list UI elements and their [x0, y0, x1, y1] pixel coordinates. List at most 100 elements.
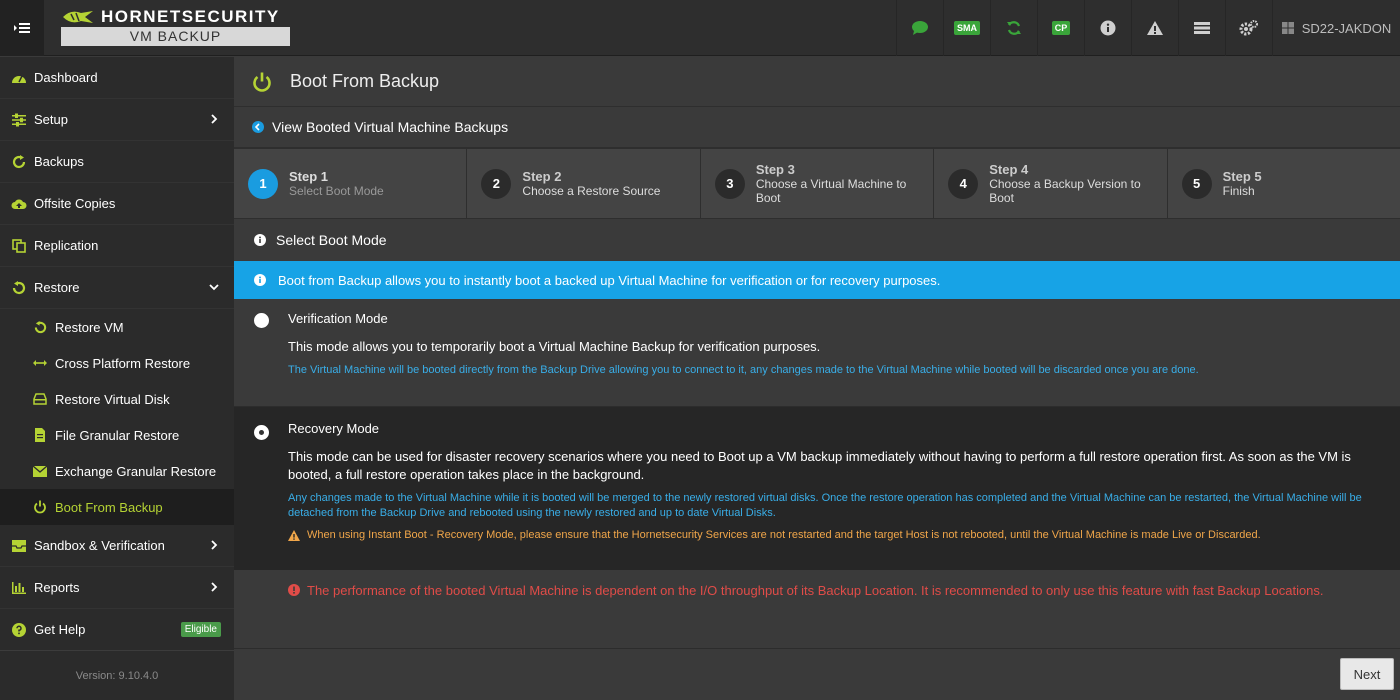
sidebar-subitem-restore-virtual-disk[interactable]: Restore Virtual Disk	[0, 381, 234, 417]
step-1[interactable]: 1 Step 1 Select Boot Mode	[234, 149, 468, 218]
sidebar-item-offsite-copies[interactable]: Offsite Copies	[0, 183, 234, 225]
main-content: Boot From Backup View Booted Virtual Mac…	[234, 57, 1400, 700]
hornet-logo-icon	[63, 10, 93, 23]
sidebar-subitem-label: Cross Platform Restore	[55, 355, 191, 371]
file-icon	[35, 428, 45, 442]
sidebar-item-label: Restore	[34, 280, 80, 295]
performance-warning-text: The performance of the booted Virtual Ma…	[307, 582, 1324, 598]
step-subtitle: Choose a Virtual Machine to Boot	[755, 177, 907, 205]
product-name: VM BACKUP	[61, 27, 290, 46]
cp-button[interactable]: CP	[1037, 0, 1084, 56]
sidebar-item-label: Sandbox & Verification	[34, 538, 165, 553]
info-banner-text: Boot from Backup allows you to instantly…	[278, 272, 941, 288]
host-selector[interactable]: SD22-JAKDON	[1272, 0, 1400, 56]
cp-badge: CP	[1051, 21, 1071, 35]
error-icon	[288, 584, 300, 596]
refresh-button[interactable]	[990, 0, 1037, 56]
recovery-mode-warning-text: When using Instant Boot - Recovery Mode,…	[307, 529, 1261, 541]
verification-mode-label: Verification Mode	[288, 311, 388, 326]
info-banner: Boot from Backup allows you to instantly…	[234, 261, 1400, 299]
servers-button[interactable]	[1178, 0, 1225, 56]
restore-icon	[34, 320, 46, 333]
recovery-mode-note: Any changes made to the Virtual Machine …	[288, 492, 1362, 519]
sidebar-item-label: Get Help	[34, 622, 86, 637]
sidebar-subitem-exchange-granular-restore[interactable]: Exchange Granular Restore	[0, 453, 234, 489]
server-icon	[1194, 22, 1210, 34]
sidebar-item-restore[interactable]: Restore	[0, 267, 234, 309]
logo: HORNETSECURITY VM BACKUP	[61, 6, 290, 46]
sidebar-subitem-cross-platform-restore[interactable]: Cross Platform Restore	[0, 345, 234, 381]
sidebar-item-get-help[interactable]: Get Help Eligible	[0, 609, 234, 651]
dashboard-icon	[12, 75, 26, 83]
step-subtitle: Select Boot Mode	[289, 184, 384, 198]
performance-warning: The performance of the booted Virtual Ma…	[234, 570, 1400, 610]
verification-mode-note: The Virtual Machine will be booted direc…	[288, 364, 1199, 376]
warning-icon	[288, 529, 300, 541]
warning-icon	[1147, 21, 1163, 35]
step-3[interactable]: 3 Step 3 Choose a Virtual Machine to Boo…	[701, 149, 935, 218]
step-subtitle: Choose a Restore Source	[522, 184, 661, 198]
eligible-badge: Eligible	[180, 622, 221, 637]
step-title: Step 1	[289, 169, 329, 184]
verification-mode-option[interactable]: Verification Mode This mode allows you t…	[234, 299, 1400, 407]
sidebar-subitem-label: File Granular Restore	[55, 427, 180, 443]
collapse-menu-icon	[14, 23, 30, 33]
step-title: Step 5	[1222, 169, 1262, 184]
recovery-mode-radio[interactable]	[254, 425, 269, 440]
power-icon	[34, 500, 46, 514]
chevron-right-icon	[211, 540, 218, 550]
alerts-button[interactable]	[1131, 0, 1178, 56]
menu-toggle-button[interactable]	[0, 0, 44, 56]
sliders-icon	[12, 113, 26, 126]
step-title: Step 4	[989, 162, 1029, 177]
sidebar-item-reports[interactable]: Reports	[0, 567, 234, 609]
envelope-icon	[33, 465, 47, 477]
sidebar-subitem-boot-from-backup[interactable]: Boot From Backup	[0, 489, 234, 525]
cloud-upload-icon	[11, 199, 27, 209]
step-number: 4	[948, 168, 979, 199]
sma-button[interactable]: SMA	[943, 0, 990, 56]
info-button[interactable]	[1084, 0, 1131, 56]
step-number: 5	[1181, 168, 1212, 199]
info-icon	[254, 234, 266, 246]
page-header: Boot From Backup	[234, 57, 1400, 107]
next-button[interactable]: Next	[1340, 658, 1394, 690]
chat-button[interactable]	[896, 0, 943, 56]
settings-button[interactable]	[1225, 0, 1272, 56]
step-subtitle: Choose a Backup Version to Boot	[989, 177, 1141, 205]
sidebar-item-setup[interactable]: Setup	[0, 99, 234, 141]
sidebar-item-backups[interactable]: Backups	[0, 141, 234, 183]
step-subtitle: Finish	[1222, 184, 1255, 198]
chevron-right-icon	[211, 582, 218, 592]
windows-icon	[1281, 22, 1294, 34]
verification-mode-radio[interactable]	[254, 313, 269, 328]
footer-bar: Next	[234, 648, 1400, 700]
version-label: Version: 9.10.4.0	[0, 650, 234, 700]
section-title: Select Boot Mode	[234, 219, 1400, 261]
bar-chart-icon	[12, 581, 26, 594]
step-5[interactable]: 5 Step 5 Finish	[1168, 149, 1400, 218]
sidebar-item-dashboard[interactable]: Dashboard	[0, 57, 234, 99]
sidebar-subitem-file-granular-restore[interactable]: File Granular Restore	[0, 417, 234, 453]
sidebar-item-replication[interactable]: Replication	[0, 225, 234, 267]
step-2[interactable]: 2 Step 2 Choose a Restore Source	[467, 149, 701, 218]
view-booted-link[interactable]: View Booted Virtual Machine Backups	[234, 107, 1400, 149]
step-4[interactable]: 4 Step 4 Choose a Backup Version to Boot	[934, 149, 1168, 218]
recovery-mode-label: Recovery Mode	[288, 421, 380, 436]
sidebar-item-sandbox-verification[interactable]: Sandbox & Verification	[0, 525, 234, 567]
sidebar-subitem-restore-vm[interactable]: Restore VM	[0, 309, 234, 345]
arrow-left-circle-icon	[252, 121, 264, 133]
hard-drive-icon	[33, 393, 47, 405]
restore-icon	[12, 280, 26, 294]
section-title-label: Select Boot Mode	[276, 232, 387, 248]
recovery-mode-option[interactable]: Recovery Mode This mode can be used for …	[234, 407, 1400, 570]
gears-icon	[1239, 20, 1258, 36]
info-icon	[254, 274, 266, 286]
chevron-down-icon	[209, 284, 219, 291]
sidebar-subitem-label: Restore VM	[55, 319, 124, 335]
sidebar-item-label: Dashboard	[34, 70, 98, 85]
refresh-icon	[12, 154, 26, 168]
question-icon	[12, 622, 26, 637]
inbox-icon	[12, 539, 26, 552]
refresh-icon	[1007, 21, 1021, 35]
